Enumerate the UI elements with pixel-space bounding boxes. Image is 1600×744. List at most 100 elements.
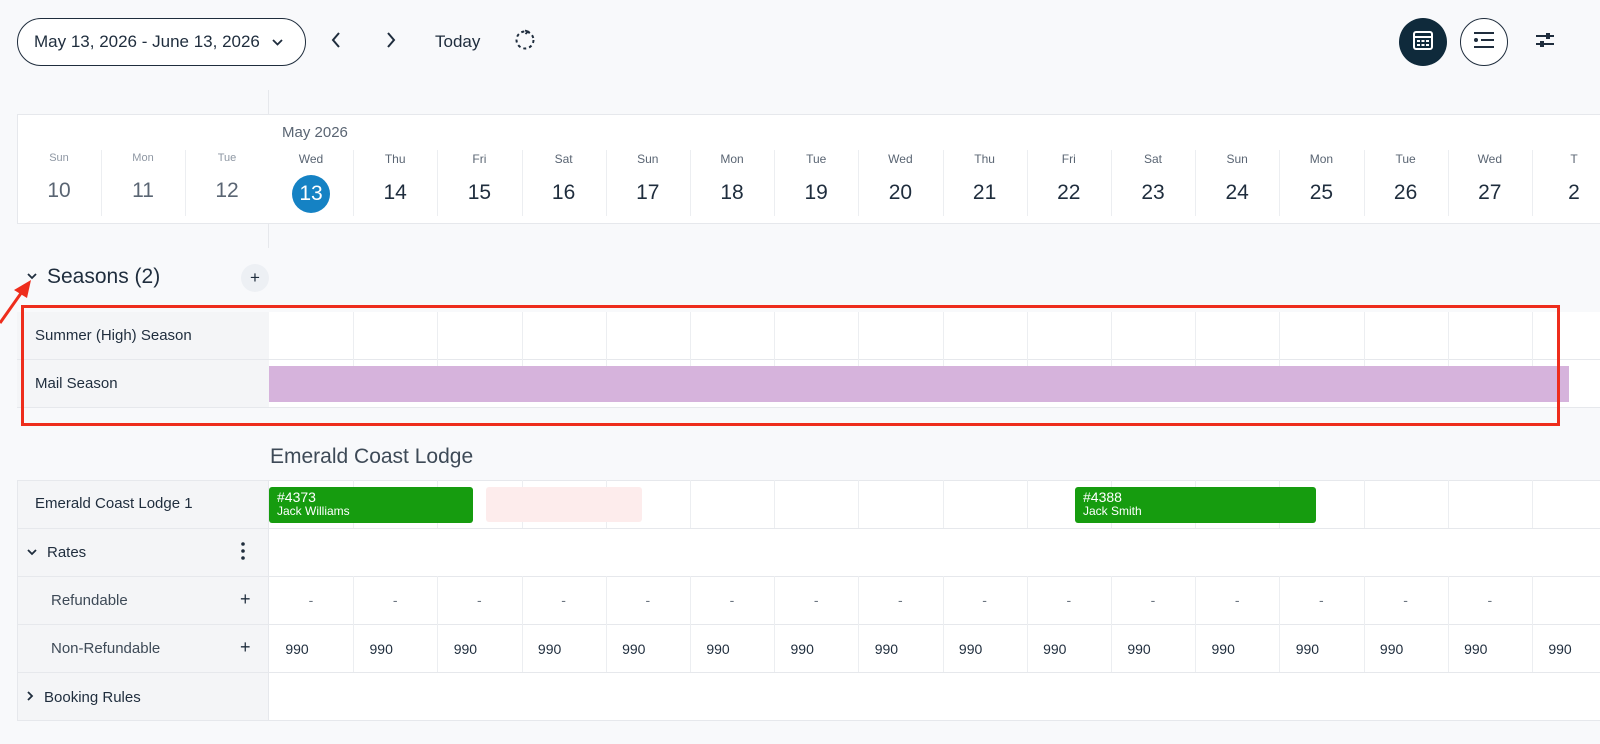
next-button[interactable] — [373, 24, 409, 60]
day-column[interactable]: Sun 24 — [1195, 152, 1279, 211]
refundable-rate-cell[interactable]: - — [858, 592, 942, 608]
day-number: 12 — [215, 179, 239, 202]
non-refundable-rate-cell[interactable]: 990 — [1097, 641, 1181, 657]
non-refundable-rate-cell[interactable]: 990 — [676, 641, 760, 657]
refundable-rate-cell[interactable]: - — [522, 592, 606, 608]
day-name: Fri — [1061, 152, 1076, 166]
day-column[interactable]: Sat 16 — [522, 152, 606, 211]
day-number: 21 — [972, 181, 997, 204]
day-number: 18 — [720, 181, 744, 204]
refresh-button[interactable] — [507, 24, 543, 60]
refundable-rate-cell[interactable]: - — [437, 592, 521, 608]
non-refundable-rate-cell[interactable]: 990 — [1265, 641, 1349, 657]
day-name: Sun — [637, 152, 659, 166]
day-number: 26 — [1393, 181, 1418, 204]
day-number: 25 — [1309, 181, 1334, 204]
non-refundable-rate-cell[interactable]: 990 — [592, 641, 676, 657]
day-name: Wed — [888, 152, 913, 166]
day-column[interactable]: Sun 10 — [17, 152, 101, 209]
chevron-left-icon — [331, 31, 341, 53]
non-refundable-rate-cell[interactable]: 990 — [760, 641, 844, 657]
booking-rules-toggle[interactable]: Booking Rules — [27, 688, 141, 706]
day-column[interactable]: T2 — [1532, 152, 1600, 211]
day-number: 15 — [467, 181, 492, 204]
day-column[interactable]: Wed 13 — [269, 152, 353, 213]
filter-sliders-icon — [1535, 31, 1555, 54]
date-range-picker[interactable]: May 13, 2026 - June 13, 2026 — [17, 18, 306, 66]
list-view-button[interactable] — [1460, 18, 1508, 66]
day-column[interactable]: Mon 18 — [690, 152, 774, 211]
day-number: 16 — [551, 181, 576, 204]
day-column[interactable]: Fri 15 — [437, 152, 521, 211]
rates-toggle[interactable]: Rates — [27, 543, 86, 561]
filter-button[interactable] — [1527, 24, 1563, 60]
refundable-rate-cell[interactable]: - — [1279, 592, 1363, 608]
refundable-rate-cell[interactable]: - — [1364, 592, 1448, 608]
day-column[interactable]: Thu 21 — [943, 152, 1027, 211]
day-number: 20 — [888, 181, 913, 204]
day-column[interactable]: Sun 17 — [606, 152, 690, 211]
day-column[interactable]: Sat 23 — [1111, 152, 1195, 211]
add-non-refundable-rate-button[interactable]: + — [240, 637, 251, 658]
refundable-rate-cell[interactable]: - — [606, 592, 690, 608]
day-column[interactable]: Mon 11 — [101, 152, 185, 209]
refundable-rate-cell[interactable]: - — [1448, 592, 1532, 608]
day-name: Thu — [384, 152, 406, 166]
day-column[interactable]: Tue 19 — [774, 152, 858, 211]
add-refundable-rate-button[interactable]: + — [240, 589, 251, 610]
day-column[interactable]: Mon 25 — [1279, 152, 1363, 211]
booking-4373[interactable]: #4373 Jack Williams — [269, 487, 473, 523]
refundable-rate-cell[interactable]: - — [1027, 592, 1111, 608]
booking-4388[interactable]: #4388 Jack Smith — [1075, 487, 1316, 523]
day-number: 27 — [1478, 181, 1502, 204]
refundable-rate-cell[interactable]: - — [269, 592, 353, 608]
day-name: Tue — [1395, 152, 1416, 166]
list-view-icon — [1472, 30, 1496, 55]
refundable-rate-cell[interactable]: - — [1111, 592, 1195, 608]
day-name: Thu — [974, 152, 995, 166]
seasons-toggle[interactable]: Seasons (2) — [27, 265, 160, 289]
day-name: Mon — [132, 152, 154, 164]
refundable-rate-cell[interactable]: - — [353, 592, 437, 608]
add-season-button[interactable]: + — [241, 264, 269, 292]
day-number: 10 — [47, 179, 71, 202]
annotation-arrow-icon — [0, 280, 31, 324]
day-name: Fri — [472, 152, 487, 166]
non-refundable-rate-cell[interactable]: 990 — [339, 641, 423, 657]
non-refundable-rate-cell[interactable]: 990 — [1434, 641, 1518, 657]
day-column[interactable]: Thu 14 — [353, 152, 437, 211]
day-column[interactable]: Fri 22 — [1027, 152, 1111, 211]
refundable-rate-cell[interactable]: - — [690, 592, 774, 608]
day-column[interactable]: Tue 26 — [1364, 152, 1448, 211]
booking-guest: Jack Williams — [277, 504, 350, 518]
non-refundable-rate-cell[interactable]: 990 — [844, 641, 928, 657]
booking-id: #4373 — [277, 489, 316, 505]
refundable-rate-cell[interactable]: - — [943, 592, 1027, 608]
month-label: May 2026 — [282, 124, 348, 141]
refundable-rate-cell[interactable]: - — [774, 592, 858, 608]
non-refundable-rate-cell[interactable]: 990 — [1181, 641, 1265, 657]
non-refundable-label: Non-Refundable — [51, 640, 161, 657]
calendar-view-icon — [1412, 29, 1434, 56]
previous-button[interactable] — [318, 24, 354, 60]
non-refundable-rate-cell[interactable]: 990 — [1013, 641, 1097, 657]
non-refundable-rate-cell[interactable]: 990 — [929, 641, 1013, 657]
non-refundable-rate-cell[interactable]: 990 — [1350, 641, 1434, 657]
day-column[interactable]: Tue 12 — [185, 152, 269, 209]
blocked-dates[interactable] — [486, 487, 642, 522]
unit-row-label[interactable]: Emerald Coast Lodge 1 — [35, 495, 193, 512]
non-refundable-rate-cell[interactable]: 990 — [423, 641, 507, 657]
non-refundable-rate-cell[interactable]: 990 — [1518, 641, 1600, 657]
day-column[interactable]: Wed 20 — [858, 152, 942, 211]
day-column[interactable]: Wed 27 — [1448, 152, 1532, 211]
calendar-view-button[interactable] — [1399, 18, 1447, 66]
rates-menu-button[interactable] — [240, 541, 246, 566]
chevron-right-icon — [386, 31, 396, 53]
non-refundable-rate-cell[interactable]: 990 — [508, 641, 592, 657]
day-name: Wed — [298, 152, 324, 166]
today-button[interactable]: Today — [435, 32, 480, 52]
day-name: Sat — [554, 152, 573, 166]
refundable-rate-cell[interactable]: - — [1195, 592, 1279, 608]
non-refundable-rate-cell[interactable]: 990 — [255, 641, 339, 657]
day-number: 23 — [1141, 181, 1165, 204]
